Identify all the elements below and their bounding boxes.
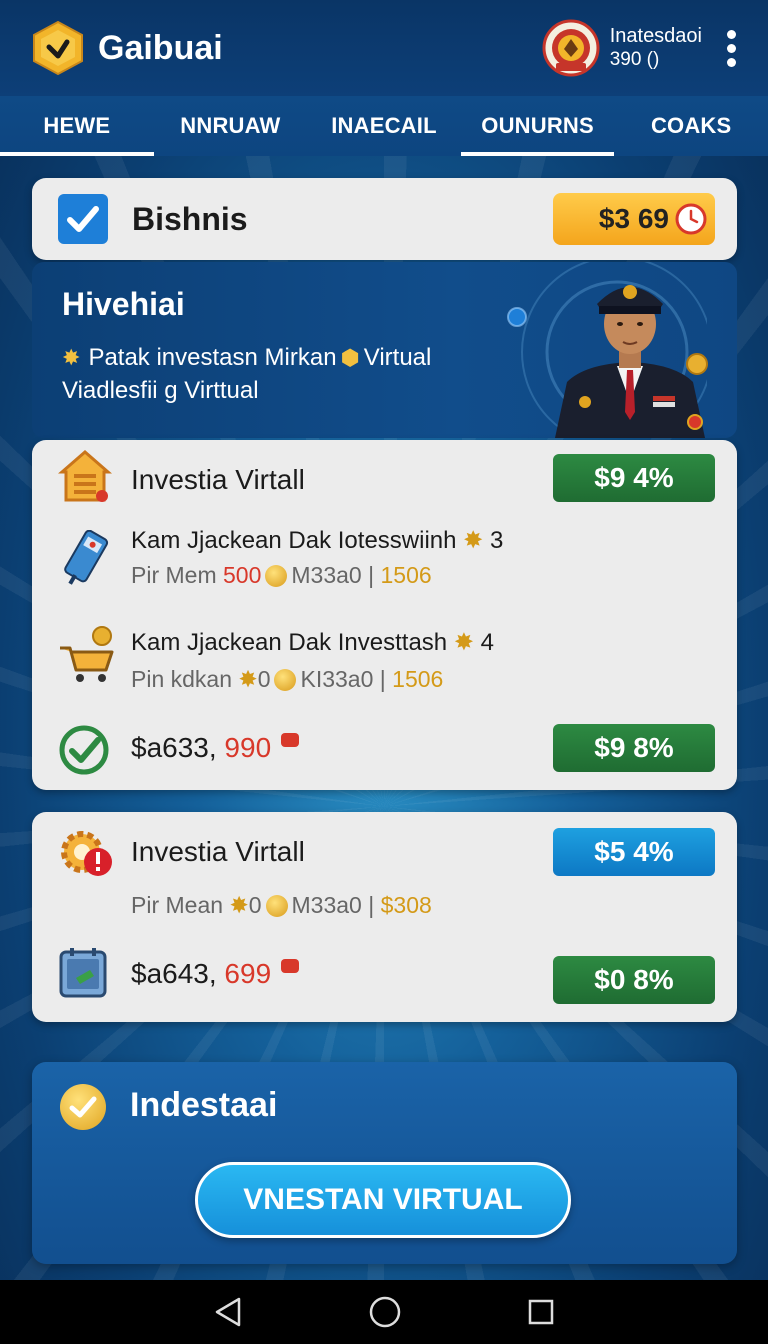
clock-icon xyxy=(675,203,707,235)
star-icon: ✸ xyxy=(238,666,258,692)
tab-bar: HEWE NNRUAW INAECAIL OUNURNS COAKS xyxy=(0,96,768,156)
list-item-1-title: Kam Jjackean Dak Iotesswiinh ✸ 3 xyxy=(131,527,504,554)
tab-hewe[interactable]: HEWE xyxy=(0,96,154,156)
hero-banner: Hivehiai ✸ Patak investasn Mirkan ⬢ Virt… xyxy=(32,262,737,438)
tab-coaks[interactable]: COAKS xyxy=(614,96,768,156)
sparkle-icon: ✸ xyxy=(62,345,81,370)
investment-card-2[interactable]: Investia Virtall $5 4% Pir Mean ✸ 0 M33a… xyxy=(32,812,737,1022)
coin-icon xyxy=(265,564,288,587)
check-badge-icon xyxy=(60,1084,106,1130)
investment-meta: Pir Mean ✸ 0 M33a0 | $308 xyxy=(131,892,432,918)
tab-inaecail[interactable]: INAECAIL xyxy=(307,96,461,156)
bottom-panel: Indestaai VNESTAN VIRTUAL xyxy=(32,1062,737,1264)
investment-title: Investia Virtall xyxy=(131,464,305,495)
notification-dot-icon xyxy=(281,733,300,747)
list-item-2-title: Kam Jjackean Dak Investtash ✸ 4 xyxy=(131,629,494,656)
star-icon: ✸ xyxy=(229,892,249,918)
more-menu-icon[interactable] xyxy=(726,29,736,67)
user-info[interactable]: Inatesdaoi 390 () xyxy=(610,24,702,72)
investment-title: Investia Virtall xyxy=(131,836,305,867)
investment-total: $a643, 699 xyxy=(131,958,300,990)
check-circle-icon xyxy=(58,724,112,778)
tab-nnruaw[interactable]: NNRUAW xyxy=(154,96,308,156)
balance-badge[interactable]: $3 69 xyxy=(553,193,715,245)
card-tag-icon xyxy=(58,529,112,585)
user-value: 390 () xyxy=(609,49,660,70)
bottom-title: Indestaai xyxy=(130,1086,278,1124)
coin-icon xyxy=(274,668,297,691)
hero-line-2: Viadlesfii g Virttual xyxy=(62,377,259,404)
investment-total-badge[interactable]: $9 8% xyxy=(553,724,715,772)
emblem-icon[interactable] xyxy=(542,19,600,77)
app-logo-icon xyxy=(32,20,84,76)
star-icon: ✸ xyxy=(453,629,481,656)
hero-line-1-text: Patak investasn Mirkan xyxy=(88,344,337,371)
investment-rate-badge[interactable]: $5 4% xyxy=(553,828,715,876)
shield-icon: ⬢ xyxy=(340,345,360,370)
system-nav-bar xyxy=(0,1280,768,1344)
recents-icon[interactable] xyxy=(527,1298,555,1326)
business-title: Bishnis xyxy=(132,200,248,237)
calculator-icon xyxy=(58,948,112,1002)
gear-alert-icon xyxy=(58,826,112,880)
balance-value: $3 69 xyxy=(598,203,669,234)
investment-total: $a633, 990 xyxy=(131,732,300,764)
coin-icon xyxy=(265,894,288,917)
invest-virtual-button[interactable]: VNESTAN VIRTUAL xyxy=(195,1162,571,1238)
investment-card-1[interactable]: Investia Virtall $9 4% Kam Jjackean Dak … xyxy=(32,440,737,790)
officer-avatar-icon xyxy=(555,285,708,438)
notification-dot-icon xyxy=(281,959,300,973)
investment-rate-badge[interactable]: $9 4% xyxy=(553,454,715,502)
business-card[interactable]: Bishnis $3 69 xyxy=(32,178,737,260)
app-title: Gaibuai xyxy=(98,28,223,67)
home-icon[interactable] xyxy=(368,1295,402,1329)
hero-line-1-suffix: Virtual xyxy=(363,344,432,371)
house-icon xyxy=(57,448,113,502)
list-item-1-meta: Pir Mem 500 M33a0 | 1506 xyxy=(131,562,432,588)
shopping-cart-icon xyxy=(58,626,114,682)
tab-ounurns[interactable]: OUNURNS xyxy=(460,96,615,156)
user-name: Inatesdaoi xyxy=(609,25,702,47)
checkbox-icon[interactable] xyxy=(58,194,108,244)
investment-total-badge[interactable]: $0 8% xyxy=(553,956,715,1004)
hero-line-1: ✸ Patak investasn Mirkan ⬢ Virtual xyxy=(62,344,431,372)
back-icon[interactable] xyxy=(213,1296,243,1328)
star-icon: ✸ xyxy=(463,527,490,554)
hero-title: Hivehiai xyxy=(62,286,185,322)
app-header: Gaibuai Inatesdaoi 390 () xyxy=(0,0,768,96)
list-item-2-meta: Pin kdkan ✸ 0 KI33a0 | 1506 xyxy=(131,666,444,692)
